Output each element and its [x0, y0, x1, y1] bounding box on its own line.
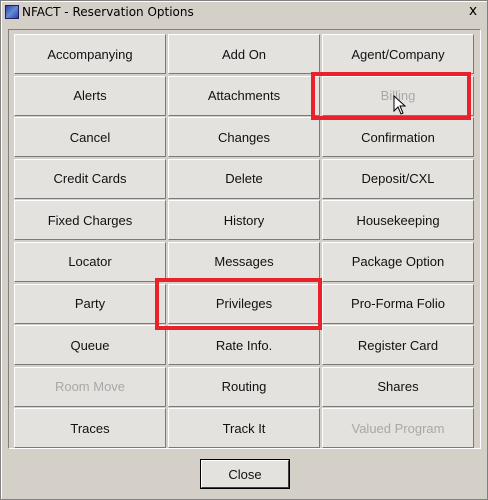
credit-cards-button[interactable]: Credit Cards [14, 158, 166, 199]
agent-company-button[interactable]: Agent/Company [322, 34, 474, 74]
party-button[interactable]: Party [14, 283, 166, 324]
routing-button[interactable]: Routing [168, 366, 320, 407]
alerts-button[interactable]: Alerts [14, 75, 166, 116]
queue-button[interactable]: Queue [14, 325, 166, 366]
deposit-cxl-button[interactable]: Deposit/CXL [322, 158, 474, 199]
housekeeping-button[interactable]: Housekeeping [322, 200, 474, 241]
mouse-pointer-icon [393, 95, 407, 115]
valued-program-button: Valued Program [322, 408, 474, 449]
delete-button[interactable]: Delete [168, 158, 320, 199]
pro-forma-folio-button[interactable]: Pro-Forma Folio [322, 283, 474, 324]
shares-button[interactable]: Shares [322, 366, 474, 407]
cancel-button[interactable]: Cancel [14, 117, 166, 158]
privileges-button[interactable]: Privileges [168, 283, 320, 324]
messages-button[interactable]: Messages [168, 241, 320, 282]
changes-button[interactable]: Changes [168, 117, 320, 158]
confirmation-button[interactable]: Confirmation [322, 117, 474, 158]
room-move-button: Room Move [14, 366, 166, 407]
history-button[interactable]: History [168, 200, 320, 241]
reservation-options-window: NFACT - Reservation Options x Accompanyi… [0, 0, 488, 500]
package-option-button[interactable]: Package Option [322, 241, 474, 282]
track-it-button[interactable]: Track It [168, 408, 320, 449]
rate-info-button[interactable]: Rate Info. [168, 325, 320, 366]
add-on-button[interactable]: Add On [168, 34, 320, 74]
title-bar: NFACT - Reservation Options x [3, 3, 485, 21]
attachments-button[interactable]: Attachments [168, 75, 320, 116]
close-window-icon[interactable]: x [465, 4, 481, 18]
accompanying-button[interactable]: Accompanying [14, 34, 166, 74]
register-card-button[interactable]: Register Card [322, 325, 474, 366]
app-icon [5, 5, 19, 19]
window-title: NFACT - Reservation Options [22, 5, 194, 19]
locator-button[interactable]: Locator [14, 241, 166, 282]
traces-button[interactable]: Traces [14, 408, 166, 449]
close-button[interactable]: Close [201, 460, 289, 488]
fixed-charges-button[interactable]: Fixed Charges [14, 200, 166, 241]
